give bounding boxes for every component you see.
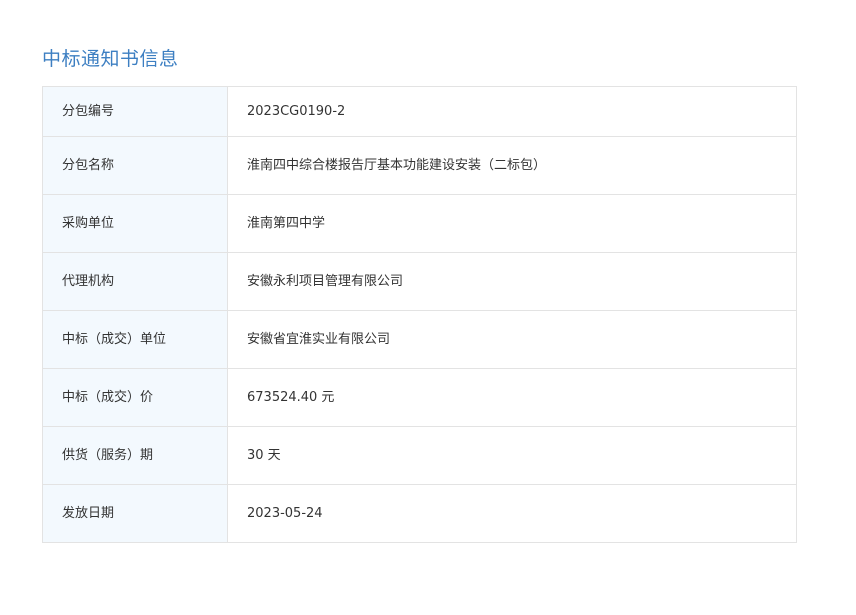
row-value: 淮南四中综合楼报告厅基本功能建设安装（二标包） [227, 136, 797, 195]
table-row-purchaser: 采购单位 淮南第四中学 [42, 194, 797, 253]
row-label: 发放日期 [42, 484, 228, 543]
row-value: 淮南第四中学 [227, 194, 797, 253]
row-value: 673524.40 元 [227, 368, 797, 427]
row-value: 安徽永利项目管理有限公司 [227, 252, 797, 311]
row-value: 2023CG0190-2 [227, 86, 797, 137]
row-value: 2023-05-24 [227, 484, 797, 543]
award-notice-info-table: 分包编号 2023CG0190-2 分包名称 淮南四中综合楼报告厅基本功能建设安… [42, 86, 797, 543]
table-row-winning-bidder: 中标（成交）单位 安徽省宜淮实业有限公司 [42, 310, 797, 369]
row-value: 安徽省宜淮实业有限公司 [227, 310, 797, 369]
table-row-package-number: 分包编号 2023CG0190-2 [42, 86, 797, 137]
row-label: 采购单位 [42, 194, 228, 253]
table-row-winning-price: 中标（成交）价 673524.40 元 [42, 368, 797, 427]
section-title: 中标通知书信息 [42, 48, 179, 70]
table-row-agency: 代理机构 安徽永利项目管理有限公司 [42, 252, 797, 311]
table-row-issue-date: 发放日期 2023-05-24 [42, 484, 797, 543]
row-label: 分包名称 [42, 136, 228, 195]
row-value: 30 天 [227, 426, 797, 485]
table-row-service-period: 供货（服务）期 30 天 [42, 426, 797, 485]
row-label: 中标（成交）单位 [42, 310, 228, 369]
row-label: 中标（成交）价 [42, 368, 228, 427]
table-row-package-name: 分包名称 淮南四中综合楼报告厅基本功能建设安装（二标包） [42, 136, 797, 195]
row-label: 代理机构 [42, 252, 228, 311]
row-label: 分包编号 [42, 86, 228, 137]
row-label: 供货（服务）期 [42, 426, 228, 485]
